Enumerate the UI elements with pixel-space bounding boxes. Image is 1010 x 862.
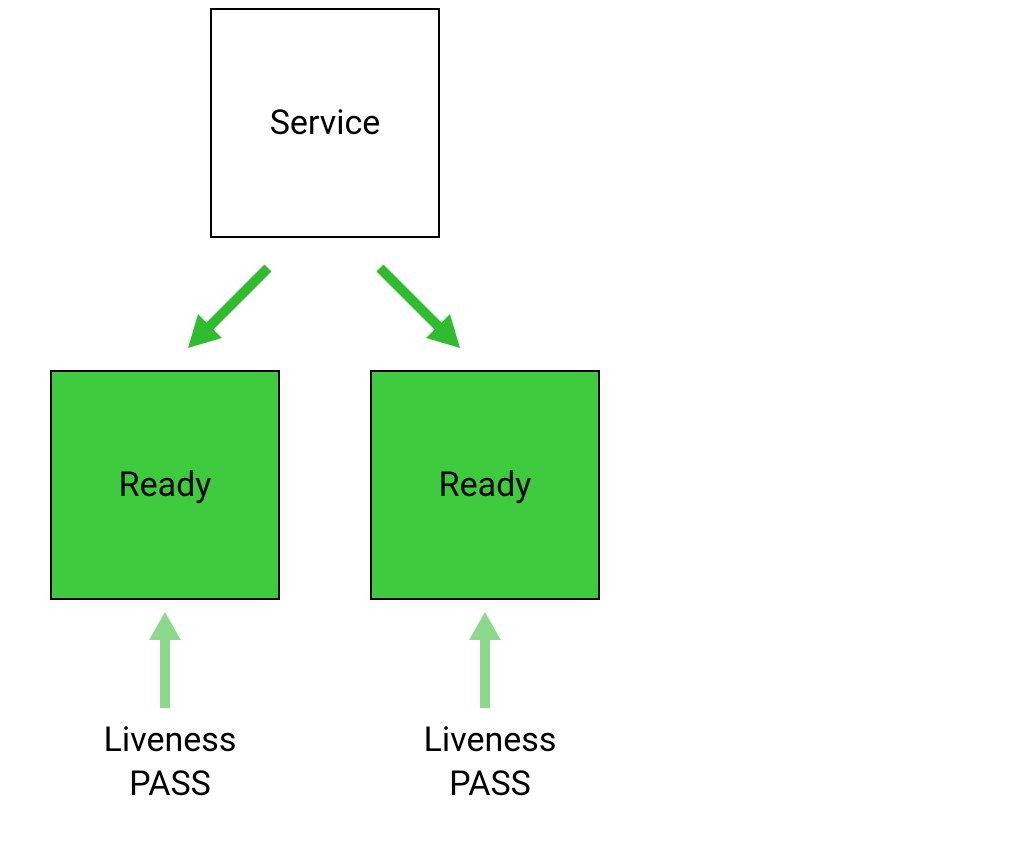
liveness-line2-2: PASS [449, 764, 531, 804]
arrow-liveness-to-pod-1 [135, 608, 195, 708]
arrow-service-to-pod-1 [168, 248, 288, 368]
liveness-line2-1: PASS [129, 764, 211, 804]
pod-box-1: Ready [50, 370, 280, 600]
pod-state-label-1: Ready [119, 465, 212, 505]
liveness-line1-1: Liveness [104, 720, 237, 760]
service-label: Service [270, 103, 381, 143]
arrow-liveness-to-pod-2 [455, 608, 515, 708]
liveness-line1-2: Liveness [424, 720, 557, 760]
service-box: Service [210, 8, 440, 238]
pod-state-label-2: Ready [439, 465, 532, 505]
pod-box-2: Ready [370, 370, 600, 600]
arrow-service-to-pod-2 [360, 248, 480, 368]
liveness-label-1: Liveness PASS [90, 718, 250, 806]
liveness-label-2: Liveness PASS [410, 718, 570, 806]
